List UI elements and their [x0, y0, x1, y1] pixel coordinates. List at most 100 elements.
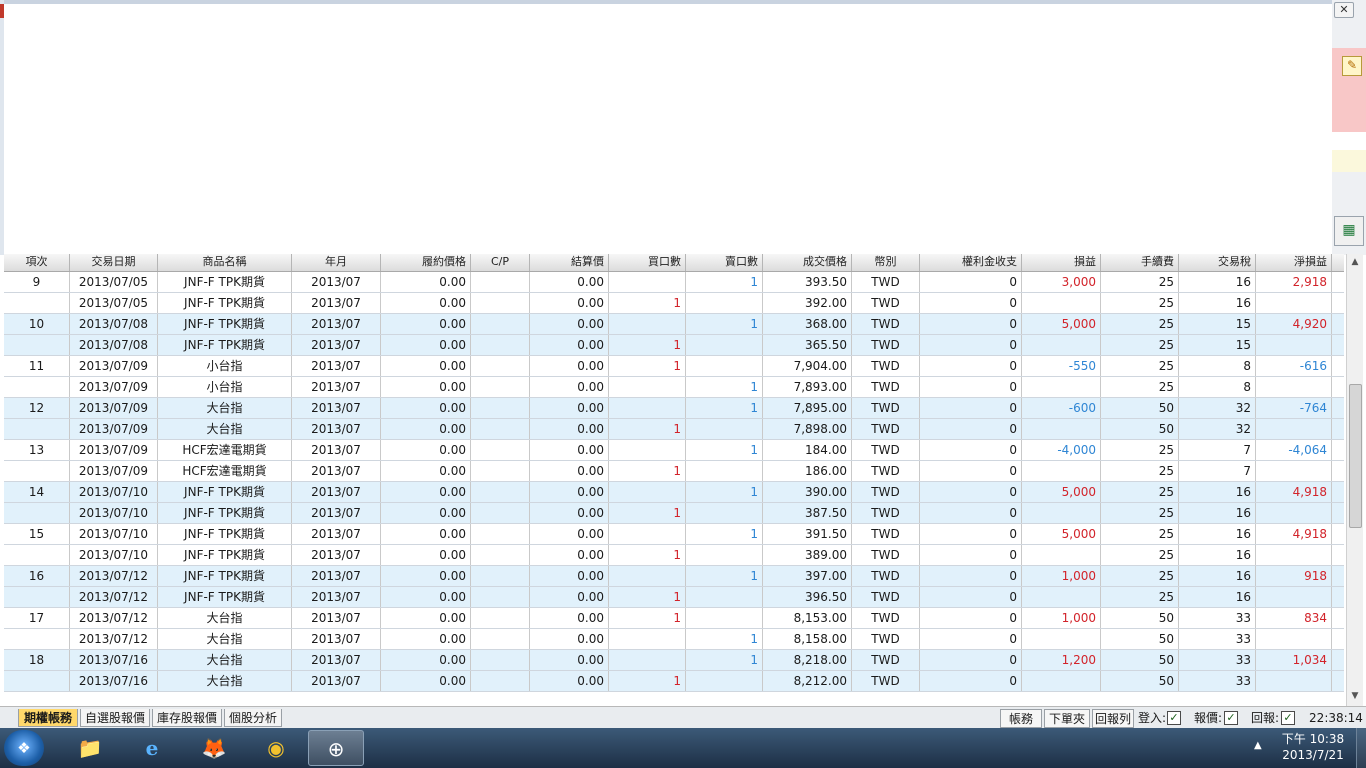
column-header-product[interactable]: 商品名稱 [158, 254, 292, 271]
table-row[interactable]: 2013/07/12 大台指 2013/07 0.00 0.00 1 8,158.00 TWD… [4, 629, 1344, 650]
order-folder-button[interactable]: 下單夾 [1044, 709, 1090, 728]
cell-tax: 15 [1179, 314, 1256, 334]
close-icon[interactable]: ✕ [1334, 2, 1354, 18]
column-header-net[interactable]: 淨損益 [1256, 254, 1332, 271]
cell-buy [609, 566, 686, 586]
cell-sell [686, 335, 763, 355]
system-time: 下午 10:38 [1281, 732, 1345, 746]
cell-product: 大台指 [158, 671, 292, 691]
column-header-date[interactable]: 交易日期 [70, 254, 158, 271]
cell-net: 4,918 [1256, 482, 1332, 502]
cell-tax: 7 [1179, 440, 1256, 460]
tray-expand-icon[interactable]: ▲ [1254, 740, 1262, 751]
cell-tax: 7 [1179, 461, 1256, 481]
column-header-tax[interactable]: 交易稅 [1179, 254, 1256, 271]
column-header-pl[interactable]: 損益 [1022, 254, 1101, 271]
table-row[interactable]: 15 2013/07/10 JNF-F TPK期貨 2013/07 0.00 0.00 1 3… [4, 524, 1344, 545]
cell-ccy: TWD [852, 503, 920, 523]
table-row[interactable]: 2013/07/10 JNF-F TPK期貨 2013/07 0.00 0.00 1 389… [4, 545, 1344, 566]
cell-fee: 25 [1101, 440, 1179, 460]
cell-buy: 1 [609, 293, 686, 313]
column-header-ccy[interactable]: 幣別 [852, 254, 920, 271]
cell-price: 392.00 [763, 293, 852, 313]
cell-sell: 1 [686, 629, 763, 649]
cell-tax: 16 [1179, 587, 1256, 607]
login-checkbox[interactable]: ✓ [1167, 711, 1181, 725]
column-header-price[interactable]: 成交價格 [763, 254, 852, 271]
table-row[interactable]: 2013/07/12 JNF-F TPK期貨 2013/07 0.00 0.00 1 396… [4, 587, 1344, 608]
column-header-fee[interactable]: 手續費 [1101, 254, 1179, 271]
quote-checkbox[interactable]: ✓ [1224, 711, 1238, 725]
trading-app-icon[interactable]: ⊕ [308, 730, 364, 766]
scroll-thumb[interactable] [1349, 384, 1362, 528]
table-row[interactable]: 10 2013/07/08 JNF-F TPK期貨 2013/07 0.00 0.00 1 3… [4, 314, 1344, 335]
cell-buy: 1 [609, 587, 686, 607]
cell-ym: 2013/07 [292, 629, 381, 649]
cell-tax: 8 [1179, 356, 1256, 376]
system-clock[interactable]: 下午 10:38 2013/7/21 [1268, 731, 1358, 763]
cell-price: 7,904.00 [763, 356, 852, 376]
cell-premium: 0 [920, 545, 1022, 565]
table-row[interactable]: 18 2013/07/16 大台指 2013/07 0.00 0.00 1 8,218.00 T… [4, 650, 1344, 671]
cell-cp [471, 314, 530, 334]
vertical-scrollbar[interactable]: ▲ ▼ [1346, 254, 1363, 706]
show-desktop-button[interactable] [1356, 728, 1366, 768]
firefox-icon[interactable]: 🦊 [186, 730, 242, 766]
report-bar-button[interactable]: 回報列 [1092, 709, 1134, 728]
cell-premium: 0 [920, 482, 1022, 502]
cell-premium: 0 [920, 587, 1022, 607]
scroll-down-icon[interactable]: ▼ [1349, 690, 1361, 702]
cell-net [1256, 629, 1332, 649]
cell-date: 2013/07/08 [70, 314, 158, 334]
table-row[interactable]: 2013/07/05 JNF-F TPK期貨 2013/07 0.00 0.00 1 392… [4, 293, 1344, 314]
tab-stock-analysis[interactable]: 個股分析 [224, 709, 282, 727]
table-row[interactable]: 2013/07/08 JNF-F TPK期貨 2013/07 0.00 0.00 1 365… [4, 335, 1344, 356]
cell-price: 396.50 [763, 587, 852, 607]
cell-fee: 50 [1101, 650, 1179, 670]
tab-inventory-quotes[interactable]: 庫存股報價 [152, 709, 222, 727]
cell-sell: 1 [686, 377, 763, 397]
file-explorer-icon[interactable]: 📁 [62, 730, 118, 766]
cell-sell [686, 419, 763, 439]
tab-options-account[interactable]: 期權帳務 [18, 709, 78, 727]
tab-watchlist-quotes[interactable]: 自選股報價 [80, 709, 150, 727]
report-checkbox[interactable]: ✓ [1281, 711, 1295, 725]
column-header-buy[interactable]: 買口數 [609, 254, 686, 271]
start-button[interactable]: ❖ [4, 730, 44, 766]
table-row[interactable]: 9 2013/07/05 JNF-F TPK期貨 2013/07 0.00 0.00 1 39… [4, 272, 1344, 293]
column-header-strike[interactable]: 履約價格 [381, 254, 471, 271]
cell-pl [1022, 335, 1101, 355]
table-row[interactable]: 16 2013/07/12 JNF-F TPK期貨 2013/07 0.00 0.00 1 3… [4, 566, 1344, 587]
table-row[interactable]: 2013/07/10 JNF-F TPK期貨 2013/07 0.00 0.00 1 387… [4, 503, 1344, 524]
table-row[interactable]: 2013/07/16 大台指 2013/07 0.00 0.00 1 8,212.00 TWD… [4, 671, 1344, 692]
column-header-item[interactable]: 項次 [4, 254, 70, 271]
cell-product: 大台指 [158, 629, 292, 649]
cell-cp [471, 503, 530, 523]
table-row[interactable]: 12 2013/07/09 大台指 2013/07 0.00 0.00 1 7,895.00 T… [4, 398, 1344, 419]
table-row[interactable]: 2013/07/09 HCF宏達電期貨 2013/07 0.00 0.00 1 186.00… [4, 461, 1344, 482]
scroll-up-icon[interactable]: ▲ [1349, 256, 1361, 268]
table-row[interactable]: 14 2013/07/10 JNF-F TPK期貨 2013/07 0.00 0.00 1 3… [4, 482, 1344, 503]
excel-export-icon[interactable]: ▦ [1334, 216, 1364, 246]
cell-tax: 16 [1179, 566, 1256, 586]
column-header-cp[interactable]: C/P [471, 254, 530, 271]
cell-ym: 2013/07 [292, 314, 381, 334]
internet-explorer-icon[interactable]: e [124, 730, 180, 766]
column-header-premium[interactable]: 權利金收支 [920, 254, 1022, 271]
account-button[interactable]: 帳務 [1000, 709, 1042, 728]
cell-item: 18 [4, 650, 70, 670]
cell-fee: 50 [1101, 671, 1179, 691]
table-row[interactable]: 17 2013/07/12 大台指 2013/07 0.00 0.00 1 8,153.00 T… [4, 608, 1344, 629]
pencil-icon[interactable]: ✎ [1342, 56, 1362, 76]
column-header-ym[interactable]: 年月 [292, 254, 381, 271]
column-header-settle[interactable]: 結算價 [530, 254, 609, 271]
column-header-sell[interactable]: 賣口數 [686, 254, 763, 271]
table-row[interactable]: 2013/07/09 小台指 2013/07 0.00 0.00 1 7,893.00 TWD… [4, 377, 1344, 398]
cell-ym: 2013/07 [292, 398, 381, 418]
cell-settle: 0.00 [530, 272, 609, 292]
table-row[interactable]: 2013/07/09 大台指 2013/07 0.00 0.00 1 7,898.00 TWD… [4, 419, 1344, 440]
table-row[interactable]: 13 2013/07/09 HCF宏達電期貨 2013/07 0.00 0.00 1 184.… [4, 440, 1344, 461]
chrome-icon[interactable]: ◉ [248, 730, 304, 766]
cell-ccy: TWD [852, 629, 920, 649]
table-row[interactable]: 11 2013/07/09 小台指 2013/07 0.00 0.00 1 7,904.00 T… [4, 356, 1344, 377]
